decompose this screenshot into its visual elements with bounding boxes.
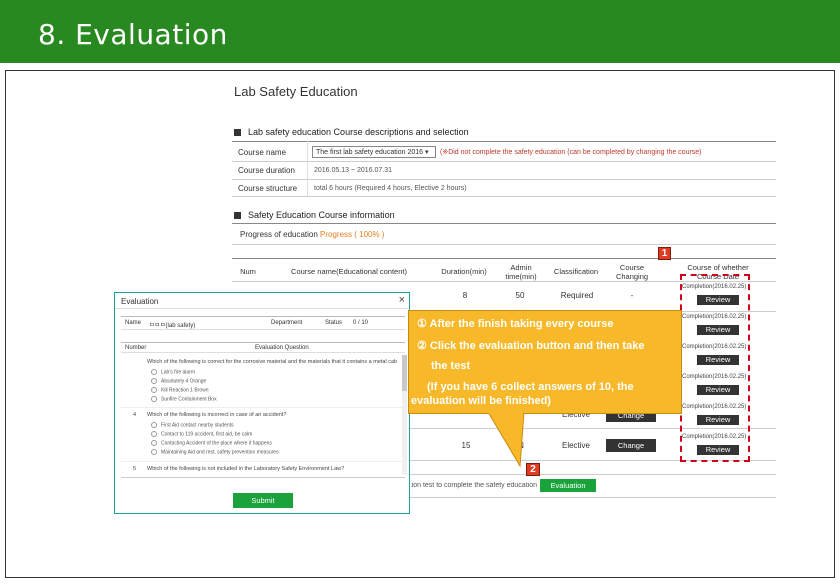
row1-classification: Required <box>560 291 594 300</box>
row1-changing: - <box>630 291 634 300</box>
column-number: Number <box>125 345 147 351</box>
row5-change-button[interactable]: Change <box>606 439 656 452</box>
question-5-number: 5 <box>133 466 137 472</box>
instruction-callout: ① After the finish taking every course ②… <box>408 310 682 414</box>
submit-button[interactable]: Submit <box>233 493 293 508</box>
column-question: Evaluation Question <box>255 345 309 351</box>
course-duration-label: Course duration <box>238 166 295 175</box>
page-title: Lab Safety Education <box>234 84 358 99</box>
q4-option-1[interactable]: First Aid contact nearby students <box>151 422 234 428</box>
callout-line-3: the test <box>431 360 471 372</box>
q4-option-3[interactable]: Contacting Accident of the place where i… <box>151 440 272 446</box>
q1-option-2[interactable]: Absolutely 4 Orange <box>151 378 206 384</box>
row5-classification: Elective <box>561 441 590 450</box>
table-header-course-name: Course name(Educational content) <box>291 267 407 276</box>
question-list[interactable]: Which of the following is correct for th… <box>115 355 409 475</box>
evaluation-instruction: Please do the evaluation test to complet… <box>411 482 537 489</box>
step-badge-1: 1 <box>658 247 671 260</box>
q4-option-2[interactable]: Contact to 119 accident, first aid, be c… <box>151 431 252 437</box>
course-structure-label: Course structure <box>238 184 298 193</box>
row5-duration: 15 <box>461 441 471 450</box>
evaluation-button[interactable]: Evaluation <box>540 479 596 492</box>
modal-header: Evaluation × <box>115 293 409 309</box>
row5-admin-time: N <box>518 441 524 450</box>
step-badge-2: 2 <box>526 463 540 476</box>
slide-title: 8. Evaluation <box>38 18 228 51</box>
question-4-number: 4 <box>133 412 137 418</box>
modal-department-label: Department <box>271 320 303 326</box>
q1-option-4[interactable]: Sunfire Containment Box <box>151 396 217 402</box>
course-name-label: Course name <box>238 148 287 157</box>
q1-option-1[interactable]: Lab's fire alarm <box>151 369 195 375</box>
course-name-note: (※Did not complete the safety education … <box>440 149 702 156</box>
q1-option-3[interactable]: Kill Reaction 1 Brown <box>151 387 209 393</box>
course-name-select[interactable]: The first lab safety education 2016 ▾ <box>312 146 436 158</box>
evaluation-modal: Evaluation × Name ㅁㅁㅁ(lab safety) Depart… <box>114 292 410 514</box>
callout-line-5: evaluation will be finished) <box>411 395 551 407</box>
modal-status-label: Status <box>325 320 343 326</box>
table-header-admin-time: Admin time(min) <box>505 263 537 281</box>
highlight-completion-column <box>680 274 750 462</box>
modal-title: Evaluation <box>121 297 159 306</box>
row1-admin-time: 50 <box>515 291 525 300</box>
course-duration-value: 2016.05.13 ~ 2016.07.31 <box>314 167 393 174</box>
question-5: Which of the following is not included i… <box>147 466 345 472</box>
table-header-classification: Classification <box>553 267 599 276</box>
progress-label: Progress of education : <box>240 230 323 239</box>
progress-value: Progress ( 100% ) <box>320 230 385 239</box>
question-1: Which of the following is correct for th… <box>147 359 397 365</box>
modal-name-value: ㅁㅁㅁ(lab safety) <box>149 323 196 329</box>
q4-option-4[interactable]: Maintaining Aid and rest, safety prevent… <box>151 449 279 455</box>
chevron-down-icon: ▾ <box>424 149 429 156</box>
section-course-information-title: Safety Education Course information <box>234 210 395 220</box>
callout-line-1: ① After the finish taking every course <box>417 318 614 330</box>
row1-duration: 8 <box>462 291 468 300</box>
question-4: Which of the following is incorrect in c… <box>147 412 287 418</box>
table-header-duration: Duration(min) <box>441 267 487 276</box>
modal-name-label: Name <box>125 320 142 326</box>
table-header-num: Num <box>240 267 256 276</box>
callout-line-2: ② Click the evaluation button and then t… <box>417 340 645 352</box>
table-header-course-changing: Course Changing <box>615 263 649 281</box>
slide-header: 8. Evaluation <box>0 0 840 66</box>
modal-scrollbar[interactable] <box>402 355 407 475</box>
close-icon[interactable]: × <box>399 294 405 306</box>
modal-status-value: 0 / 10 <box>353 320 369 326</box>
callout-line-4: (If you have 6 collect answers of 10, th… <box>427 381 634 393</box>
course-structure-value: total 6 hours (Required 4 hours, Electiv… <box>314 185 467 192</box>
section-course-selection-title: Lab safety education Course descriptions… <box>234 127 469 137</box>
